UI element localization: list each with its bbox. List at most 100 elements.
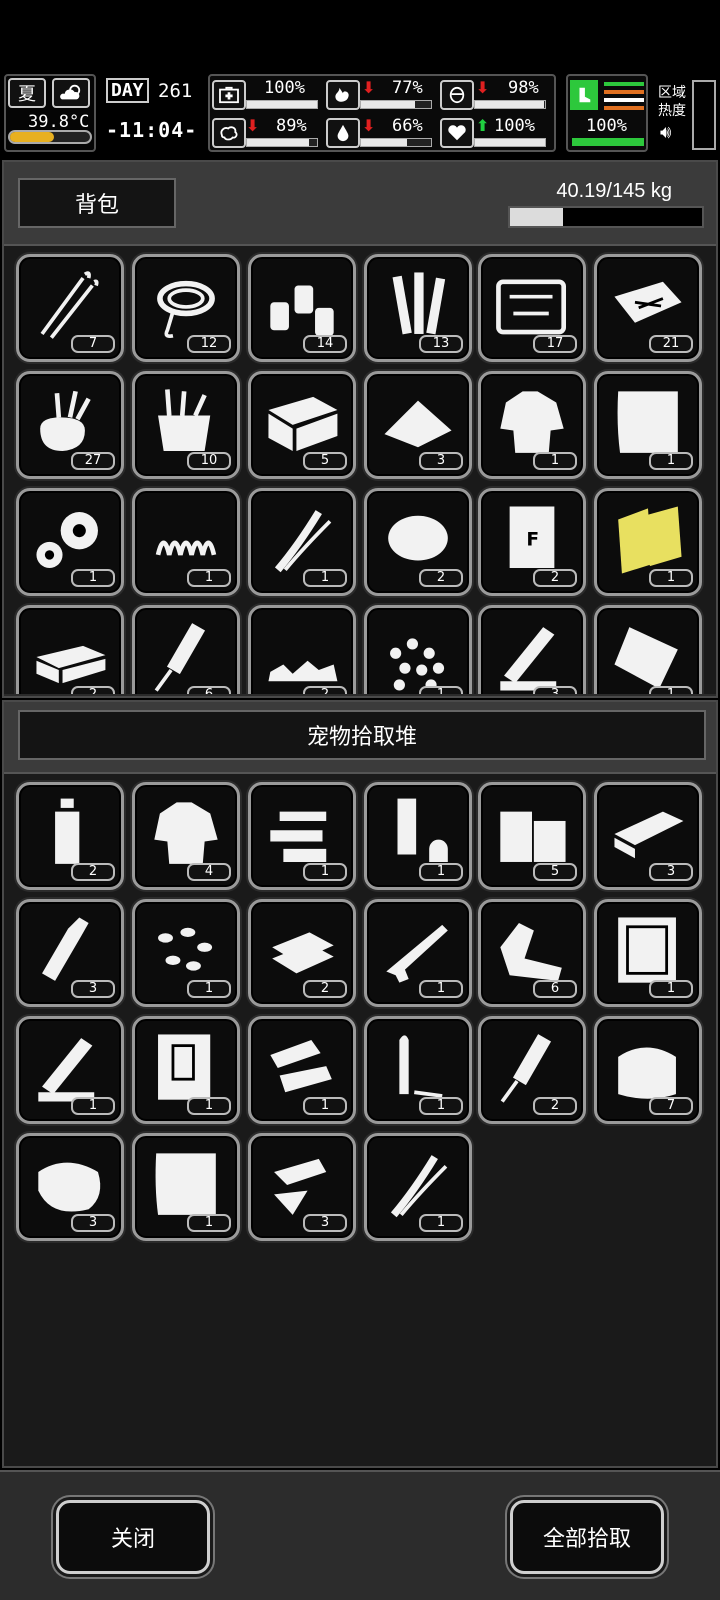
item-count-badge: 1 xyxy=(649,686,693,694)
item-count-badge: 6 xyxy=(187,686,231,694)
item-count-badge: 2 xyxy=(303,980,347,998)
item-count-badge: 1 xyxy=(419,980,463,998)
inventory-slot[interactable]: 3 xyxy=(478,605,586,694)
inventory-slot[interactable]: 1 xyxy=(132,1133,240,1241)
bottom-action-bar: 关闭 全部拾取 xyxy=(0,1470,720,1600)
inventory-slot[interactable]: 1 xyxy=(364,1133,472,1241)
item-count-badge: 5 xyxy=(303,452,347,470)
inventory-slot[interactable]: 27 xyxy=(16,371,124,479)
heart-bar xyxy=(474,138,546,147)
inventory-slot[interactable]: 7 xyxy=(594,1016,702,1124)
inventory-slot[interactable]: 13 xyxy=(364,254,472,362)
item-count-badge: 13 xyxy=(419,335,463,353)
item-count-badge: 2 xyxy=(71,686,115,694)
inventory-slot[interactable]: 1 xyxy=(248,782,356,890)
inventory-slot[interactable]: 1 xyxy=(248,1016,356,1124)
inventory-slot[interactable]: 1 xyxy=(364,899,472,1007)
inventory-slot[interactable]: 17 xyxy=(478,254,586,362)
close-button[interactable]: 关闭 xyxy=(56,1500,210,1574)
inventory-slot[interactable]: 3 xyxy=(594,782,702,890)
inventory-slot[interactable]: 1 xyxy=(594,488,702,596)
inventory-slot[interactable]: 3 xyxy=(364,371,472,479)
item-count-badge: 17 xyxy=(533,335,577,353)
item-count-badge: 1 xyxy=(187,1097,231,1115)
day-label: DAY xyxy=(106,78,149,103)
inventory-slot[interactable]: 2 xyxy=(16,782,124,890)
item-count-badge: 14 xyxy=(303,335,347,353)
heart-icon xyxy=(440,118,474,148)
inventory-slot[interactable]: 21 xyxy=(594,254,702,362)
inventory-slot[interactable]: 12 xyxy=(132,254,240,362)
inventory-slot[interactable]: 4 xyxy=(132,782,240,890)
brain-value: 89% xyxy=(276,116,307,136)
inventory-slot[interactable]: F2 xyxy=(478,488,586,596)
brain-icon xyxy=(212,118,246,148)
item-count-badge: 2 xyxy=(71,863,115,881)
item-count-badge: 1 xyxy=(419,686,463,694)
item-count-badge: 1 xyxy=(187,569,231,587)
inventory-slot[interactable]: 10 xyxy=(132,371,240,479)
item-count-badge: 1 xyxy=(419,1097,463,1115)
pet-pickup-panel: 宠物拾取堆 2411533121611111273131 xyxy=(2,700,718,1468)
inventory-slot[interactable]: 2 xyxy=(16,605,124,694)
stomach-down-arrow-icon: ⬇ xyxy=(362,78,376,97)
inventory-slot[interactable]: 1 xyxy=(132,488,240,596)
item-count-badge: 2 xyxy=(419,569,463,587)
rasp-file-icon xyxy=(154,623,206,692)
inventory-slot[interactable]: 2 xyxy=(248,605,356,694)
speaker-icon[interactable]: 🔊︎ xyxy=(660,122,671,143)
water-drop-icon xyxy=(326,118,360,148)
bladder-icon xyxy=(440,80,474,110)
inventory-slot[interactable]: 3 xyxy=(16,899,124,1007)
inventory-slot[interactable]: 1 xyxy=(132,899,240,1007)
inventory-slot[interactable]: 1 xyxy=(248,488,356,596)
inventory-slot[interactable]: 2 xyxy=(364,488,472,596)
inventory-slot[interactable]: 1 xyxy=(364,1016,472,1124)
inventory-slot[interactable]: 1 xyxy=(594,371,702,479)
inventory-slot[interactable]: 1 xyxy=(364,782,472,890)
inventory-slot[interactable]: 5 xyxy=(478,782,586,890)
item-count-badge: 3 xyxy=(71,980,115,998)
item-count-badge: 7 xyxy=(71,335,115,353)
item-count-badge: 1 xyxy=(303,1097,347,1115)
inventory-slot[interactable]: 6 xyxy=(132,605,240,694)
inventory-slot[interactable]: 7 xyxy=(16,254,124,362)
inventory-slot[interactable]: 1 xyxy=(16,488,124,596)
take-all-button[interactable]: 全部拾取 xyxy=(510,1500,664,1574)
svg-text:F: F xyxy=(526,530,539,551)
item-count-badge: 3 xyxy=(71,1214,115,1232)
health-bar xyxy=(246,100,318,109)
inventory-slot[interactable]: 1 xyxy=(364,605,472,694)
item-count-badge: 10 xyxy=(187,452,231,470)
inventory-slot[interactable]: 1 xyxy=(594,605,702,694)
clock-readout: -11:04- xyxy=(106,118,198,142)
pet-pile-grid[interactable]: 2411533121611111273131 xyxy=(4,774,716,1466)
weather-cloud-sun-icon xyxy=(52,78,90,108)
stamina-value: 100% xyxy=(586,116,627,136)
inventory-slot[interactable]: 3 xyxy=(248,1133,356,1241)
boot-icon xyxy=(570,80,598,110)
inventory-slot[interactable]: 1 xyxy=(132,1016,240,1124)
backpack-grid[interactable]: 71214131721271053111112F21262131 xyxy=(4,246,716,694)
metal-plate-icon xyxy=(614,627,678,689)
region-heat-block[interactable]: 区域 热度 🔊︎ xyxy=(656,80,718,152)
inventory-slot[interactable]: 2 xyxy=(248,899,356,1007)
item-count-badge: 3 xyxy=(303,1214,347,1232)
inventory-slot[interactable]: 1 xyxy=(594,899,702,1007)
inventory-slot[interactable]: 1 xyxy=(16,1016,124,1124)
pet-pile-header: 宠物拾取堆 xyxy=(4,702,716,774)
backpack-title: 背包 xyxy=(18,178,176,228)
item-count-badge: 1 xyxy=(303,569,347,587)
inventory-slot[interactable]: 3 xyxy=(16,1133,124,1241)
item-count-badge: 27 xyxy=(71,452,115,470)
inventory-slot[interactable]: 6 xyxy=(478,899,586,1007)
inventory-slot[interactable]: 14 xyxy=(248,254,356,362)
inventory-slot[interactable]: 2 xyxy=(478,1016,586,1124)
temperature-readout: 39.8°C xyxy=(28,112,90,132)
weather-block: 夏 39.8°C xyxy=(4,74,96,152)
item-count-badge: 3 xyxy=(533,686,577,694)
vital-stats-block: 100% ⬇ 77% ⬇ 98% ⬇ 89% ⬇ 66% ⬆ 100% xyxy=(208,74,556,152)
stamina-block: 100% xyxy=(566,74,648,152)
inventory-slot[interactable]: 5 xyxy=(248,371,356,479)
inventory-slot[interactable]: 1 xyxy=(478,371,586,479)
